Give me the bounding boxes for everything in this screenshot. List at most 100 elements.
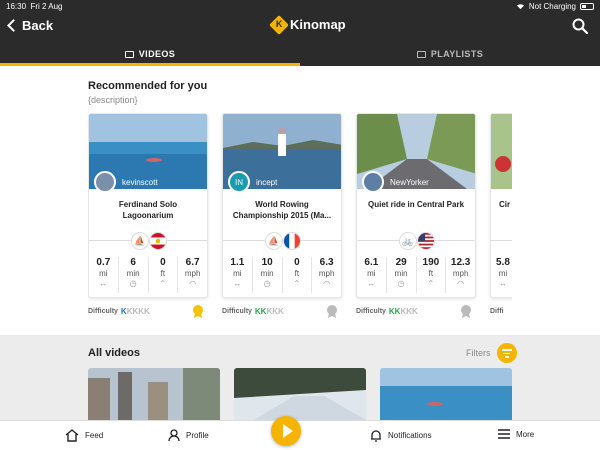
play-button[interactable] — [271, 416, 301, 446]
chevron-left-icon — [7, 19, 20, 32]
difficulty-row: Difficulty KKKKK — [222, 304, 342, 318]
distance-icon: ↔ — [499, 279, 507, 288]
filter-icon — [496, 343, 517, 363]
nav-notifications[interactable]: Notifications — [370, 429, 432, 442]
tab-videos[interactable]: VIDEOS — [0, 42, 300, 66]
filters-button[interactable]: Filters — [466, 343, 517, 363]
card-stats: 6.1 mi ↔ 29 min ◷ 190 ft ⌃ 12.3 mph ◠ — [357, 257, 475, 293]
all-videos-title: All videos — [88, 347, 140, 359]
tab-videos-label: VIDEOS — [138, 49, 176, 59]
video-thumbnail[interactable] — [380, 368, 512, 420]
kinomap-logo-icon: K — [269, 14, 289, 35]
speed-icon: ◠ — [189, 279, 197, 288]
stat-speed: 6.3 mph ◠ — [312, 257, 341, 293]
difficulty-label: Difficulty — [88, 307, 118, 315]
difficulty-row: Diffi — [490, 304, 512, 318]
battery-icon — [580, 3, 594, 10]
username: incept — [256, 177, 278, 187]
nav-more-label: More — [516, 429, 535, 439]
search-icon[interactable] — [572, 18, 588, 34]
stat-duration: 29 min ◷ — [387, 257, 417, 293]
video-card[interactable]: IN incept World Rowing Championship 2015… — [222, 113, 342, 298]
card-user: NewYorker — [362, 171, 429, 193]
stat-distance: 5.8 mi ↔ — [491, 257, 512, 293]
speed-icon: ◠ — [323, 279, 331, 288]
video-thumbnail[interactable] — [88, 368, 220, 420]
username: kevinscott — [122, 177, 158, 187]
home-icon — [65, 429, 79, 442]
difficulty-row: Difficulty KKKKK — [356, 304, 476, 318]
elevation-icon: ⌃ — [159, 279, 167, 288]
stat-duration: 6 min ◷ — [119, 257, 149, 293]
all-videos-section: All videos Filters — [0, 335, 600, 420]
card-stats: 5.8 mi ↔ — [491, 257, 512, 293]
difficulty-rating: KKKKK — [254, 306, 284, 316]
card-stats: 1.1 mi ↔ 10 min ◷ 0 ft ⌃ 6.3 mph ◠ — [223, 257, 341, 293]
tab-playlists[interactable]: PLAYLISTS — [300, 42, 600, 66]
difficulty-label: Diffi — [490, 307, 504, 315]
clock-icon: ◷ — [397, 279, 405, 288]
difficulty-label: Difficulty — [356, 307, 386, 315]
card-badges: 🚲 — [399, 232, 435, 250]
brand-name: Kinomap — [290, 17, 346, 32]
nav-more[interactable]: More — [498, 429, 534, 439]
card-badges: ⛵ — [265, 232, 301, 250]
card-title: Quiet ride in Central Park — [367, 200, 465, 209]
difficulty-rating: KKKKK — [120, 306, 150, 316]
stat-elevation: 0 ft ⌃ — [149, 257, 179, 293]
card-title: Cir — [499, 200, 511, 209]
video-card[interactable]: Cir 5.8 mi ↔ — [490, 113, 512, 298]
gold-medal-icon — [193, 305, 203, 318]
rowing-icon: ⛵ — [131, 232, 149, 250]
video-thumbnail — [491, 114, 512, 189]
stat-distance: 1.1 mi ↔ — [223, 257, 253, 293]
difficulty-row: Difficulty KKKKK — [88, 304, 208, 318]
card-user: IN incept — [228, 171, 277, 193]
elevation-icon: ⌃ — [427, 279, 435, 288]
distance-icon: ↔ — [233, 279, 242, 288]
video-card[interactable]: NewYorker Quiet ride in Central Park 🚲 6… — [356, 113, 476, 298]
card-title: Ferdinand Solo Lagoonarium — [118, 200, 178, 220]
stat-elevation: 0 ft ⌃ — [283, 257, 313, 293]
cycling-icon: 🚲 — [399, 232, 417, 250]
difficulty-label: Difficulty — [222, 307, 252, 315]
distance-icon: ↔ — [367, 279, 376, 288]
distance-icon: ↔ — [99, 279, 108, 288]
card-title: World Rowing Championship 2015 (Ma... — [232, 200, 332, 220]
stat-distance: 6.1 mi ↔ — [357, 257, 387, 293]
user-icon — [168, 429, 180, 442]
silver-medal-icon — [327, 305, 337, 318]
recommended-title: Recommended for you — [88, 80, 208, 92]
recommended-description: {description} — [88, 95, 138, 105]
card-user: kevinscott — [94, 171, 158, 193]
nav-feed-label: Feed — [85, 431, 104, 440]
stat-speed: 12.3 mph ◠ — [446, 257, 475, 293]
flag-united-states-icon — [417, 232, 435, 250]
card-stats: 0.7 mi ↔ 6 min ◷ 0 ft ⌃ 6.7 mph ◠ — [89, 257, 207, 293]
filters-label: Filters — [466, 348, 491, 358]
video-card[interactable]: kevinscott Ferdinand Solo Lagoonarium ⛵ … — [88, 113, 208, 298]
top-bar: 16:30 Fri 2 Aug Not Charging Back K Kino… — [0, 0, 600, 66]
video-thumbnail[interactable] — [234, 368, 366, 420]
username: NewYorker — [390, 177, 429, 187]
recommended-carousel[interactable]: kevinscott Ferdinand Solo Lagoonarium ⛵ … — [88, 113, 512, 321]
avatar: IN — [228, 171, 250, 193]
back-button[interactable]: Back — [6, 18, 53, 33]
flag-france-icon — [283, 232, 301, 250]
brand-logo: K Kinomap — [269, 14, 346, 35]
avatar — [362, 171, 384, 193]
status-time: 16:30 Fri 2 Aug — [6, 2, 63, 11]
card-badges: ⛵ — [131, 232, 167, 250]
tab-playlists-label: PLAYLISTS — [430, 49, 484, 59]
elevation-icon: ⌃ — [293, 279, 301, 288]
flag-french-polynesia-icon — [149, 232, 167, 250]
playlist-icon — [416, 50, 426, 58]
nav-profile-label: Profile — [186, 431, 209, 440]
tab-bar: VIDEOS PLAYLISTS — [0, 42, 600, 66]
nav-feed[interactable]: Feed — [65, 429, 103, 442]
stat-duration: 10 min ◷ — [253, 257, 283, 293]
divider — [491, 240, 512, 241]
nav-profile[interactable]: Profile — [168, 429, 209, 442]
bell-icon — [371, 430, 381, 442]
rowing-icon: ⛵ — [265, 232, 283, 250]
